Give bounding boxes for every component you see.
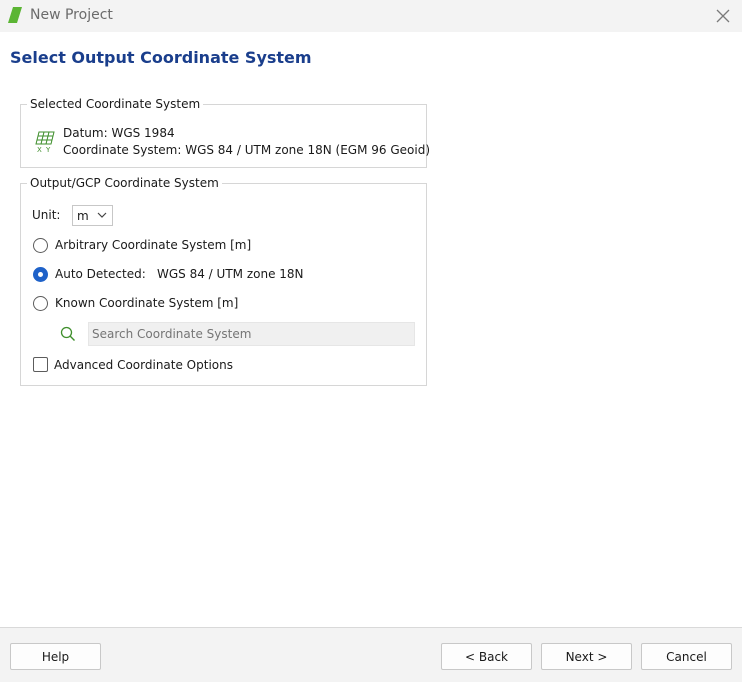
known-cs-radio[interactable] — [33, 296, 48, 311]
coordinate-grid-icon: X Y — [35, 131, 55, 153]
search-coordinate-system-input[interactable] — [88, 322, 415, 346]
unit-value: m — [77, 209, 89, 223]
cancel-button[interactable]: Cancel — [641, 643, 732, 670]
coordinate-system-text: Coordinate System: WGS 84 / UTM zone 18N… — [63, 143, 430, 157]
known-cs-label[interactable]: Known Coordinate System [m] — [55, 296, 238, 310]
unit-dropdown[interactable]: m — [72, 205, 113, 226]
arbitrary-cs-radio[interactable] — [33, 238, 48, 253]
output-cs-legend: Output/GCP Coordinate System — [30, 176, 219, 190]
close-button[interactable] — [712, 5, 734, 27]
app-logo-icon — [8, 7, 22, 23]
chevron-down-icon — [97, 212, 107, 218]
help-button[interactable]: Help — [10, 643, 101, 670]
svg-text:X: X — [37, 146, 42, 153]
auto-detected-label[interactable]: Auto Detected: — [55, 267, 146, 281]
window-title: New Project — [30, 7, 113, 23]
auto-detected-radio[interactable] — [33, 267, 48, 282]
search-icon — [60, 326, 75, 341]
auto-detected-value: WGS 84 / UTM zone 18N — [157, 267, 304, 281]
page-heading: Select Output Coordinate System — [10, 48, 312, 67]
arbitrary-cs-label[interactable]: Arbitrary Coordinate System [m] — [55, 238, 251, 252]
advanced-options-checkbox[interactable] — [33, 357, 48, 372]
title-bar: New Project — [0, 0, 742, 32]
svg-text:Y: Y — [45, 146, 51, 153]
unit-label: Unit: — [32, 208, 61, 222]
close-icon — [716, 9, 730, 23]
back-button[interactable]: < Back — [441, 643, 532, 670]
selected-cs-legend: Selected Coordinate System — [30, 97, 201, 111]
datum-text: Datum: WGS 1984 — [63, 126, 175, 140]
next-button[interactable]: Next > — [541, 643, 632, 670]
advanced-options-label[interactable]: Advanced Coordinate Options — [54, 358, 233, 372]
